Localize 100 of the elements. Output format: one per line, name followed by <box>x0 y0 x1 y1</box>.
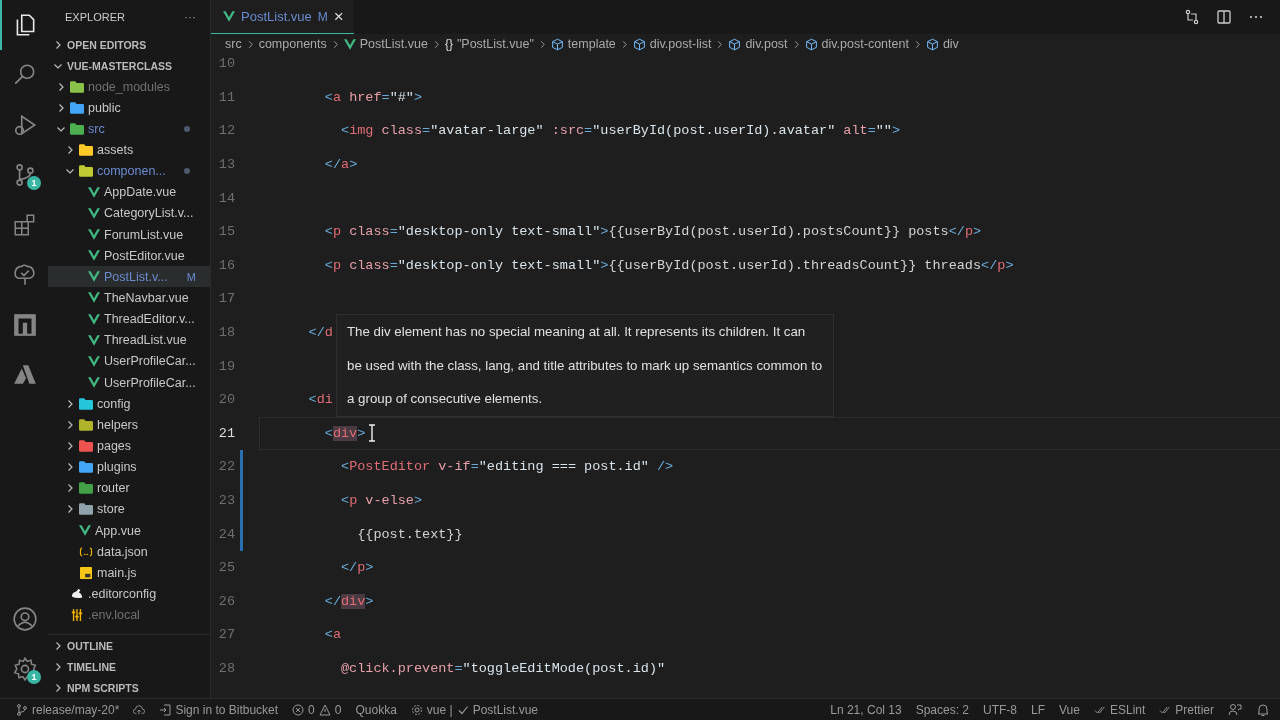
tree-item[interactable]: node_modules <box>48 76 210 98</box>
sliders-icon <box>70 609 84 622</box>
tree-item[interactable]: assets <box>48 139 210 161</box>
tree-item[interactable]: plugins <box>48 456 210 478</box>
code-line: {{post.text}} <box>356 526 463 542</box>
file-name: AppDate.vue <box>104 185 177 200</box>
tree-item[interactable]: pages <box>48 435 210 457</box>
file-name: ThreadList.vue <box>104 333 187 348</box>
account-icon[interactable] <box>12 606 38 632</box>
chevron-right-icon <box>53 682 63 693</box>
file-name: router <box>97 481 130 496</box>
tree-item[interactable]: data.json <box>48 541 210 563</box>
breadcrumb[interactable]: components <box>258 37 327 51</box>
compare-changes-icon[interactable] <box>1184 9 1200 25</box>
tree-item[interactable]: ThreadList.vue <box>48 329 210 351</box>
status-item[interactable]: Ln 21, Col 13 <box>830 702 902 717</box>
file-name: ThreadEditor.v... <box>104 312 195 327</box>
warning-icon <box>318 703 331 716</box>
cloud-upload-icon[interactable] <box>133 703 146 716</box>
vue-file-icon <box>88 229 100 241</box>
breadcrumb[interactable]: PostList.vue <box>359 37 428 51</box>
code-line: <img class="avatar-large" :src="userById(post.userId).avatar" alt=""> <box>340 123 901 139</box>
linter-status[interactable]: Prettier <box>1159 702 1214 717</box>
cube-icon <box>550 37 564 51</box>
tree-item[interactable]: App.vue <box>48 519 210 542</box>
code-line: @click.prevent="toggleEditMode(post.id)" <box>340 661 666 676</box>
code-line: </a> <box>323 157 358 173</box>
tree-item[interactable]: store <box>48 498 210 520</box>
tree-item[interactable]: PostEditor.vue <box>48 245 210 267</box>
vue-file-icon <box>88 271 100 283</box>
status-item[interactable]: Quokka <box>355 702 397 717</box>
run-debug-icon[interactable] <box>12 112 38 138</box>
line-number: 25 <box>217 560 235 576</box>
braces-icon <box>79 545 93 558</box>
linter-status[interactable]: ESLint <box>1093 702 1146 717</box>
breadcrumb[interactable]: div.post <box>745 37 788 51</box>
line-number: 21 <box>217 425 235 441</box>
branch-status[interactable]: release/may-20* <box>16 702 120 717</box>
modified-dot <box>184 125 190 132</box>
cube-icon <box>632 37 646 51</box>
tree-check-icon[interactable] <box>12 262 38 288</box>
vue-file-icon <box>88 292 100 304</box>
breadcrumb[interactable]: "PostList.vue" <box>456 37 534 51</box>
vue-file-icon <box>223 11 235 22</box>
tree-item[interactable]: router <box>48 477 210 499</box>
tree-item[interactable]: TheNavbar.vue <box>48 287 210 309</box>
square-icon[interactable] <box>12 312 38 338</box>
section-header[interactable]: OUTLINE <box>48 635 210 656</box>
feedback-icon[interactable] <box>1228 702 1242 717</box>
breadcrumb[interactable]: src <box>225 37 242 51</box>
code-line: </p> <box>340 560 374 576</box>
tree-item[interactable]: src <box>48 118 210 140</box>
split-editor-icon[interactable] <box>1216 9 1232 25</box>
tree-item[interactable]: CategoryList.v... <box>48 202 210 224</box>
tree-item[interactable]: .editorconfig <box>48 583 210 605</box>
breadcrumb[interactable]: div.post-content <box>821 37 909 51</box>
breadcrumb[interactable]: template <box>567 37 616 51</box>
status-item[interactable]: Spaces: 2 <box>915 702 970 717</box>
tree-item[interactable]: config <box>48 393 210 415</box>
line-number: 26 <box>217 593 235 609</box>
branch-icon <box>16 703 28 716</box>
more-actions-button[interactable]: ··· <box>184 10 196 24</box>
file-name: pages <box>97 438 132 453</box>
file-name: src <box>88 121 105 136</box>
tree-item[interactable]: main.js <box>48 562 210 584</box>
file-name: helpers <box>97 417 138 432</box>
problems-status[interactable]: 0 0 <box>292 702 342 717</box>
vue-status[interactable]: vue | PostList.vue <box>410 702 539 717</box>
tree-item[interactable]: ForumList.vue <box>48 224 210 246</box>
file-name: node_modules <box>88 79 170 94</box>
section-header[interactable]: OPEN EDITORS <box>48 34 210 55</box>
file-name: config <box>97 396 131 411</box>
file-name: App.vue <box>95 523 141 538</box>
tree-item[interactable]: AppDate.vue <box>48 181 210 203</box>
section-header[interactable]: TIMELINE <box>48 656 210 677</box>
sign-in-status[interactable]: Sign in to Bitbucket <box>159 702 279 717</box>
tree-item[interactable]: .env.local <box>48 604 210 626</box>
status-item[interactable]: LF <box>1031 702 1046 717</box>
status-item[interactable]: Vue <box>1059 702 1080 717</box>
file-name: PostList.v... <box>104 269 168 284</box>
line-number: 19 <box>217 358 235 374</box>
tree-item[interactable]: helpers <box>48 414 210 436</box>
tree-item[interactable]: ThreadEditor.v... <box>48 308 210 330</box>
tree-item[interactable]: UserProfileCar... <box>48 350 210 372</box>
breadcrumb[interactable]: div.post-list <box>649 37 712 51</box>
vue-file-icon <box>88 334 100 346</box>
close-button[interactable]: × <box>333 6 344 27</box>
tree-item[interactable]: UserProfileCar... <box>48 371 210 394</box>
notifications-icon[interactable] <box>1256 702 1270 717</box>
breadcrumb[interactable]: div <box>942 37 959 51</box>
editor-tab[interactable]: PostList.vue M × <box>211 0 354 34</box>
tree-item[interactable]: PostList.v... M <box>48 266 210 288</box>
tree-item[interactable]: componen... <box>48 160 210 182</box>
settings-icon[interactable] <box>12 656 38 682</box>
status-item[interactable]: UTF-8 <box>983 702 1018 717</box>
section-header[interactable]: VUE-MASTERCLASS <box>48 55 210 76</box>
line-number: 14 <box>217 190 235 206</box>
file-name: public <box>88 100 121 115</box>
section-header[interactable]: NPM SCRIPTS <box>48 677 210 698</box>
tree-item[interactable]: public <box>48 97 210 119</box>
